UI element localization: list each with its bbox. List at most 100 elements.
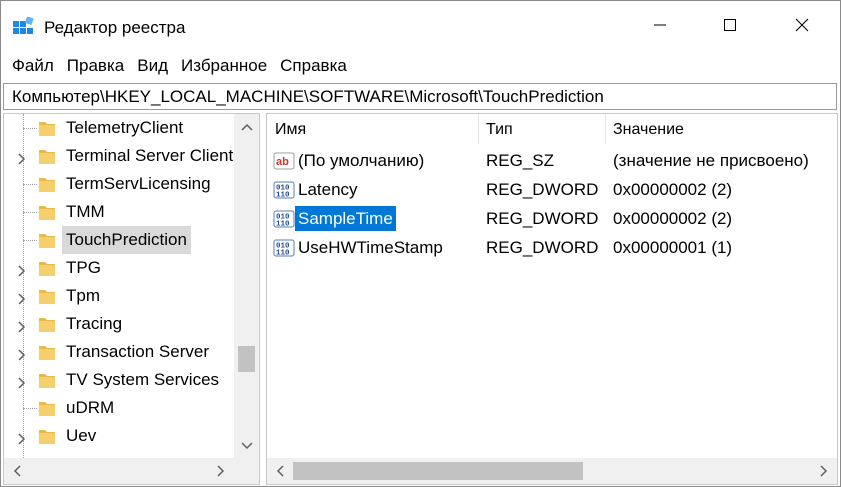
column-header-data[interactable]: Значение — [605, 114, 684, 146]
tree-item[interactable]: Terminal Server Client — [4, 142, 234, 170]
folder-icon — [38, 230, 56, 250]
value-name: (По умолчанию) — [298, 151, 425, 170]
registry-editor-icon — [13, 17, 34, 34]
chevron-left-icon — [276, 465, 284, 477]
tree-item[interactable]: Uev — [4, 422, 234, 450]
value-name: Latency — [298, 180, 358, 199]
scroll-right-button[interactable] — [811, 458, 837, 484]
scroll-left-button[interactable] — [267, 458, 293, 484]
tree-item-label: uDRM — [66, 398, 115, 417]
column-header-type[interactable]: Тип — [478, 114, 513, 146]
value-data: 0x00000001 (1) — [613, 238, 733, 257]
folder-icon — [38, 146, 56, 166]
svg-text:110: 110 — [276, 221, 290, 229]
tree-item-label: TelemetryClient — [66, 118, 184, 137]
tree-item-label: Transaction Server — [66, 342, 209, 361]
folder-icon — [38, 118, 56, 138]
tree-item[interactable]: Transaction Server — [4, 338, 234, 366]
scroll-up-button[interactable] — [234, 114, 259, 139]
folder-icon — [38, 258, 56, 278]
values-list-pane: Имя Тип Значение ab (По умолчанию) REG_SZ (… — [266, 113, 838, 485]
menu-file[interactable]: Файл — [1, 53, 60, 79]
tree-item[interactable]: Tpm — [4, 282, 234, 310]
list-scroll-thumb[interactable] — [293, 462, 583, 480]
title-bar[interactable]: Редактор реестра — [1, 1, 840, 49]
folder-icon — [38, 342, 56, 362]
tree-item-label: TermServLicensing — [66, 174, 211, 193]
list-header: Имя Тип Значение — [267, 114, 837, 146]
svg-text:ab: ab — [276, 156, 289, 168]
address-bar[interactable]: Компьютер\HKEY_LOCAL_MACHINE\SOFTWARE\Mi… — [3, 83, 837, 110]
value-type: REG_DWORD — [486, 238, 599, 257]
list-horizontal-scrollbar[interactable] — [267, 458, 837, 484]
tree-item[interactable]: Tracing — [4, 310, 234, 338]
tree-item[interactable]: TermServLicensing — [4, 170, 234, 198]
chevron-down-icon — [240, 441, 253, 449]
tree-item-label: TouchPrediction — [62, 226, 191, 254]
tree-vertical-scrollbar[interactable] — [234, 114, 259, 458]
value-data: 0x00000002 (2) — [613, 209, 733, 228]
value-name: UseHWTimeStamp — [298, 238, 443, 257]
chevron-left-icon — [13, 465, 21, 477]
binary-value-icon: 010 110 — [273, 209, 295, 229]
tree-horizontal-scrollbar[interactable] — [4, 458, 234, 484]
menu-help[interactable]: Справка — [273, 53, 353, 79]
tree-scroll-thumb[interactable] — [238, 346, 255, 372]
value-row[interactable]: 010 110 UseHWTimeStamp REG_DWORD 0x00000001 … — [267, 233, 837, 262]
tree-connector — [23, 408, 37, 409]
value-name: SampleTime — [295, 206, 396, 231]
value-data: 0x00000002 (2) — [613, 180, 733, 199]
tree-item-label: Uev — [66, 426, 97, 445]
folder-icon — [38, 370, 56, 390]
tree-item-label: TPG — [66, 258, 101, 277]
value-type: REG_SZ — [486, 151, 555, 170]
tree-item[interactable]: TPG — [4, 254, 234, 282]
chevron-right-icon[interactable] — [16, 346, 28, 361]
window-title: Редактор реестра — [44, 18, 186, 37]
tree-item[interactable]: TV System Services — [4, 366, 234, 394]
chevron-right-icon[interactable] — [16, 262, 28, 277]
scroll-down-button[interactable] — [234, 433, 259, 458]
tree-connector — [23, 212, 37, 213]
chevron-right-icon — [217, 465, 225, 477]
value-data: (значение не присвоено) — [613, 151, 809, 170]
chevron-right-icon — [820, 465, 828, 477]
minimize-button[interactable] — [625, 1, 695, 49]
folder-icon — [38, 286, 56, 306]
chevron-right-icon[interactable] — [16, 290, 28, 305]
tree-item[interactable]: uDRM — [4, 394, 234, 422]
menu-edit[interactable]: Правка — [60, 53, 130, 79]
chevron-right-icon[interactable] — [16, 318, 28, 333]
registry-editor-window: Редактор реестра Файл Правка Вид Избранн… — [0, 0, 841, 487]
folder-icon — [38, 202, 56, 222]
tree-item-label: TV System Services — [66, 370, 220, 389]
chevron-up-icon — [240, 123, 253, 131]
menu-view[interactable]: Вид — [130, 53, 174, 79]
folder-icon — [38, 314, 56, 334]
column-header-name[interactable]: Имя — [267, 114, 306, 146]
string-value-icon: ab — [273, 151, 295, 171]
svg-text:110: 110 — [276, 250, 290, 258]
menu-bar: Файл Правка Вид Избранное Справка — [1, 53, 353, 79]
tree-item[interactable]: TelemetryClient — [4, 114, 234, 142]
tree-connector — [23, 128, 37, 129]
close-icon — [795, 18, 809, 32]
value-row[interactable]: ab (По умолчанию) REG_SZ (значение не присв… — [267, 146, 837, 175]
chevron-right-icon[interactable] — [16, 150, 28, 165]
minimize-icon — [654, 24, 666, 26]
scroll-right-button[interactable] — [208, 458, 234, 484]
folder-icon — [38, 398, 56, 418]
value-row[interactable]: 010 110 SampleTime REG_DWORD 0x00000002 (2) — [267, 204, 837, 233]
tree-item[interactable]: TouchPrediction — [4, 226, 234, 254]
tree-item[interactable]: TMM — [4, 198, 234, 226]
maximize-button[interactable] — [695, 1, 765, 49]
close-button[interactable] — [767, 1, 837, 49]
chevron-right-icon[interactable] — [16, 430, 28, 445]
value-type: REG_DWORD — [486, 209, 599, 228]
scroll-left-button[interactable] — [4, 458, 30, 484]
chevron-right-icon[interactable] — [16, 374, 28, 389]
menu-favorites[interactable]: Избранное — [174, 53, 273, 79]
tree-connector — [23, 184, 37, 185]
value-row[interactable]: 010 110 Latency REG_DWORD 0x00000002 (2) — [267, 175, 837, 204]
tree-item-label: Tracing — [66, 314, 123, 333]
